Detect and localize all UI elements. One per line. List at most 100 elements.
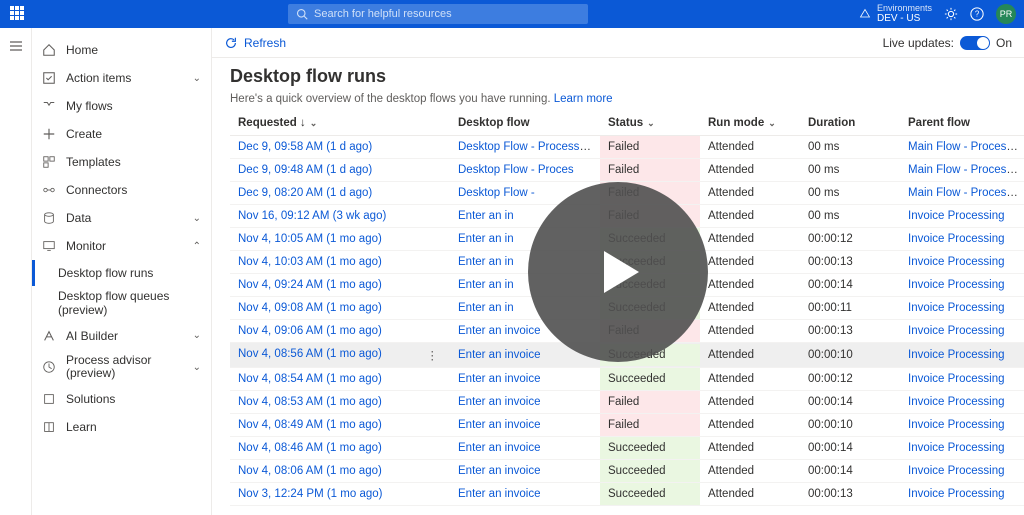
table-row[interactable]: Nov 4, 10:03 AM (1 mo ago)Enter an inSuc… [230, 251, 1024, 274]
waffle-icon[interactable] [8, 4, 28, 24]
nav-learn[interactable]: Learn [32, 413, 211, 441]
col-desktop-flow[interactable]: Desktop flow [450, 111, 600, 136]
requested-link[interactable]: Nov 3, 12:24 PM (1 mo ago) [238, 488, 382, 500]
nav-desktop-flow-queues[interactable]: Desktop flow queues (preview) [32, 286, 211, 322]
flow-link[interactable]: Desktop Flow - [458, 187, 535, 199]
cell-requested: Nov 4, 09:24 AM (1 mo ago) [230, 274, 450, 297]
table-row[interactable]: Nov 4, 08:53 AM (1 mo ago) Enter an invoi… [230, 391, 1024, 414]
search-box[interactable] [288, 4, 588, 24]
table-row[interactable]: Dec 9, 09:48 AM (1 d ago) Desktop Flow - … [230, 159, 1024, 182]
parent-link[interactable]: Main Flow - Process AI Builder Docu... [908, 187, 1024, 199]
requested-link[interactable]: Nov 4, 08:53 AM (1 mo ago) [238, 396, 382, 408]
nav-process-advisor[interactable]: Process advisor (preview) ⌄ [32, 350, 211, 386]
requested-link[interactable]: Nov 4, 09:24 AM (1 mo ago) [238, 279, 382, 291]
parent-link[interactable]: Invoice Processing [908, 210, 1005, 222]
nav-ai-builder[interactable]: AI Builder ⌄ [32, 322, 211, 350]
table-row[interactable]: Nov 4, 10:05 AM (1 mo ago)Enter an inSuc… [230, 228, 1024, 251]
avatar[interactable]: PR [996, 4, 1016, 24]
nav-action-items[interactable]: Action items ⌄ [32, 64, 211, 92]
table-row[interactable]: Nov 4, 09:24 AM (1 mo ago)Enter an inSuc… [230, 274, 1024, 297]
flow-link[interactable]: Desktop Flow - Proces [458, 164, 574, 176]
requested-link[interactable]: Nov 4, 08:06 AM (1 mo ago) [238, 465, 382, 477]
flow-link[interactable]: Enter an in [458, 302, 514, 314]
nav-my-flows[interactable]: My flows [32, 92, 211, 120]
requested-link[interactable]: Nov 4, 08:46 AM (1 mo ago) [238, 442, 382, 454]
nav-desktop-flow-runs[interactable]: Desktop flow runs [32, 260, 211, 286]
table-row[interactable]: Dec 9, 09:58 AM (1 d ago) Desktop Flow - … [230, 136, 1024, 159]
parent-link[interactable]: Invoice Processing [908, 419, 1005, 431]
live-updates-toggle[interactable] [960, 36, 990, 50]
requested-link[interactable]: Nov 4, 08:49 AM (1 mo ago) [238, 419, 382, 431]
nav-solutions[interactable]: Solutions [32, 385, 211, 413]
flow-link[interactable]: Enter an invoice [458, 465, 540, 477]
table-row[interactable]: Nov 16, 09:12 AM (3 wk ago)Enter an inFa… [230, 205, 1024, 228]
flow-link[interactable]: Enter an in [458, 279, 514, 291]
table-row[interactable]: Nov 3, 12:24 PM (1 mo ago) Enter an invoi… [230, 483, 1024, 506]
flow-link[interactable]: Enter an in [458, 233, 514, 245]
parent-link[interactable]: Invoice Processing [908, 279, 1005, 291]
help-icon[interactable]: ? [970, 7, 984, 21]
table-row[interactable]: Nov 4, 08:46 AM (1 mo ago) Enter an invoi… [230, 437, 1024, 460]
flow-link[interactable]: Enter an invoice [458, 373, 540, 385]
requested-link[interactable]: Nov 4, 09:08 AM (1 mo ago) [238, 302, 382, 314]
flow-link[interactable]: Desktop Flow - Process Vendor Invoices [458, 141, 600, 153]
table-row[interactable]: Nov 4, 08:06 AM (1 mo ago) Enter an invoi… [230, 460, 1024, 483]
flow-link[interactable]: Enter an invoice [458, 442, 540, 454]
nav-templates[interactable]: Templates [32, 148, 211, 176]
table-row[interactable]: Nov 4, 08:49 AM (1 mo ago) Enter an invoi… [230, 414, 1024, 437]
refresh-button[interactable]: Refresh [224, 36, 286, 50]
requested-link[interactable]: Dec 9, 09:58 AM (1 d ago) [238, 141, 372, 153]
parent-link[interactable]: Main Flow - Process AI Builder Docu... [908, 164, 1024, 176]
cell-mode: Attended [700, 297, 800, 320]
flow-link[interactable]: Enter an invoice [458, 325, 540, 337]
nav-data[interactable]: Data ⌄ [32, 204, 211, 232]
requested-link[interactable]: Nov 4, 08:54 AM (1 mo ago) [238, 373, 382, 385]
parent-link[interactable]: Invoice Processing [908, 325, 1005, 337]
parent-link[interactable]: Invoice Processing [908, 349, 1005, 361]
col-duration[interactable]: Duration [800, 111, 900, 136]
learn-more-link[interactable]: Learn more [554, 93, 613, 105]
parent-link[interactable]: Invoice Processing [908, 396, 1005, 408]
nav-home[interactable]: Home [32, 36, 211, 64]
flow-link[interactable]: Enter an in [458, 256, 514, 268]
parent-link[interactable]: Invoice Processing [908, 442, 1005, 454]
parent-link[interactable]: Invoice Processing [908, 373, 1005, 385]
requested-link[interactable]: Nov 4, 08:56 AM (1 mo ago) [238, 348, 382, 360]
nav-monitor[interactable]: Monitor ⌃ [32, 232, 211, 260]
table-row[interactable]: Nov 4, 08:54 AM (1 mo ago) Enter an invoi… [230, 368, 1024, 391]
col-parent-flow[interactable]: Parent flow [900, 111, 1024, 136]
flow-link[interactable]: Enter an invoice [458, 488, 540, 500]
requested-link[interactable]: Nov 4, 09:06 AM (1 mo ago) [238, 325, 382, 337]
flow-link[interactable]: Enter an in [458, 210, 514, 222]
col-status[interactable]: Status⌄ [600, 111, 700, 136]
gear-icon[interactable] [944, 7, 958, 21]
cell-parent: Invoice Processing [900, 391, 1024, 414]
table-row[interactable]: Dec 9, 08:20 AM (1 d ago)Desktop Flow -F… [230, 182, 1024, 205]
flow-link[interactable]: Enter an invoice [458, 396, 540, 408]
flow-link[interactable]: Enter an invoice [458, 349, 540, 361]
requested-link[interactable]: Nov 4, 10:03 AM (1 mo ago) [238, 256, 382, 268]
requested-link[interactable]: Dec 9, 08:20 AM (1 d ago) [238, 187, 372, 199]
parent-link[interactable]: Invoice Processing [908, 256, 1005, 268]
parent-link[interactable]: Invoice Processing [908, 302, 1005, 314]
refresh-icon [224, 36, 238, 50]
nav-connectors[interactable]: Connectors [32, 176, 211, 204]
more-icon[interactable]: ⋮ [423, 348, 443, 362]
parent-link[interactable]: Invoice Processing [908, 488, 1005, 500]
col-requested[interactable]: Requested ↓⌄ [230, 111, 450, 136]
requested-link[interactable]: Dec 9, 09:48 AM (1 d ago) [238, 164, 372, 176]
parent-link[interactable]: Invoice Processing [908, 233, 1005, 245]
parent-link[interactable]: Main Flow - Process AI Builder Docu... [908, 141, 1024, 153]
flow-link[interactable]: Enter an invoice [458, 419, 540, 431]
table-row[interactable]: Nov 4, 09:08 AM (1 mo ago)Enter an inSuc… [230, 297, 1024, 320]
col-run-mode[interactable]: Run mode⌄ [700, 111, 800, 136]
search-input[interactable] [314, 8, 580, 20]
table-row[interactable]: Nov 4, 08:56 AM (1 mo ago) ⋮ Enter an invo… [230, 343, 1024, 368]
parent-link[interactable]: Invoice Processing [908, 465, 1005, 477]
requested-link[interactable]: Nov 4, 10:05 AM (1 mo ago) [238, 233, 382, 245]
hamburger-icon[interactable] [6, 36, 26, 56]
table-row[interactable]: Nov 4, 09:06 AM (1 mo ago) Enter an invoi… [230, 320, 1024, 343]
environment-picker[interactable]: Environments DEV - US [859, 4, 932, 25]
nav-create[interactable]: Create [32, 120, 211, 148]
requested-link[interactable]: Nov 16, 09:12 AM (3 wk ago) [238, 210, 386, 222]
